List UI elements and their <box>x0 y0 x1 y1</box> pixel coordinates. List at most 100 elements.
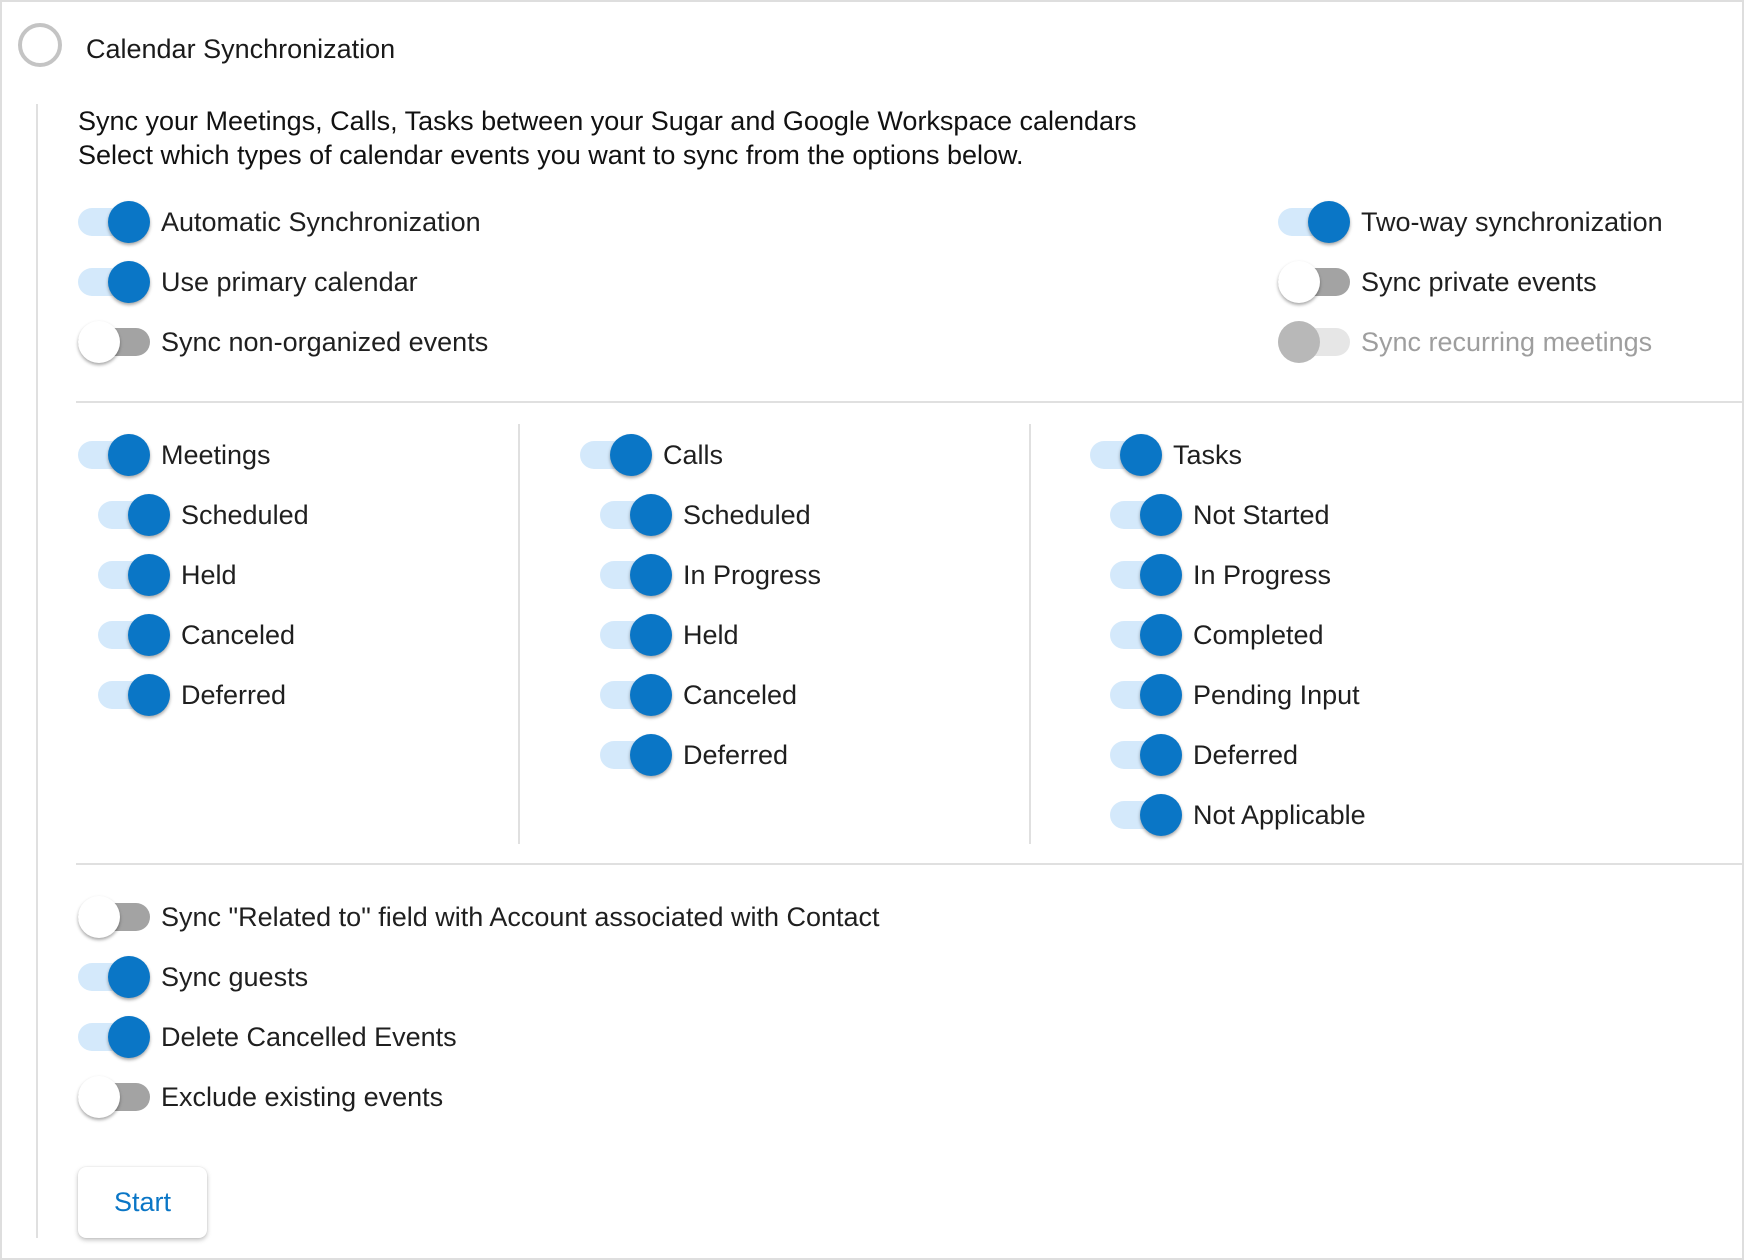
switch-knob[interactable] <box>1308 201 1350 243</box>
toggle-sync-non-organized-events[interactable]: Sync non-organized events <box>78 319 488 365</box>
toggle-switch[interactable] <box>78 894 152 940</box>
switch-knob[interactable] <box>1140 734 1182 776</box>
toggle-label: Not Started <box>1193 500 1330 530</box>
switch-knob[interactable] <box>108 956 150 998</box>
toggle-switch[interactable] <box>600 732 674 778</box>
toggle-switch[interactable] <box>580 432 654 478</box>
toggle-delete-cancelled-events[interactable]: Delete Cancelled Events <box>78 1014 457 1060</box>
toggle-switch[interactable] <box>600 492 674 538</box>
switch-knob[interactable] <box>630 614 672 656</box>
switch-knob[interactable] <box>1140 794 1182 836</box>
toggle-switch[interactable] <box>98 552 172 598</box>
switch-knob[interactable] <box>630 554 672 596</box>
toggle-tasks-not-applicable[interactable]: Not Applicable <box>1110 792 1366 838</box>
switch-knob[interactable] <box>78 896 120 938</box>
switch-knob[interactable] <box>128 614 170 656</box>
toggle-calls-canceled[interactable]: Canceled <box>600 672 797 718</box>
switch-knob[interactable] <box>630 674 672 716</box>
toggle-tasks-deferred[interactable]: Deferred <box>1110 732 1298 778</box>
toggle-label: Deferred <box>1193 740 1299 770</box>
toggle-switch[interactable] <box>78 954 152 1000</box>
toggle-tasks-completed[interactable]: Completed <box>1110 612 1324 658</box>
toggle-tasks-pending-input[interactable]: Pending Input <box>1110 672 1360 718</box>
start-button[interactable]: Start <box>78 1167 207 1238</box>
toggle-sync-private-events[interactable]: Sync private events <box>1278 259 1597 305</box>
toggle-switch[interactable] <box>1090 432 1164 478</box>
switch-knob[interactable] <box>78 1076 120 1118</box>
toggle-label: In Progress <box>1193 560 1332 590</box>
toggle-calls-scheduled[interactable]: Scheduled <box>600 492 811 538</box>
toggle-switch[interactable] <box>1110 612 1184 658</box>
switch-knob <box>1278 321 1320 363</box>
toggle-label: Sync guests <box>161 962 309 992</box>
description-line-1: Sync your Meetings, Calls, Tasks between… <box>78 106 1137 136</box>
switch-knob[interactable] <box>108 261 150 303</box>
description: Sync your Meetings, Calls, Tasks between… <box>78 104 1137 172</box>
toggle-switch[interactable] <box>1110 792 1184 838</box>
toggle-tasks[interactable]: Tasks <box>1090 432 1242 478</box>
toggle-switch[interactable] <box>98 672 172 718</box>
toggle-two-way-synchronization[interactable]: Two-way synchronization <box>1278 199 1663 245</box>
switch-knob[interactable] <box>630 734 672 776</box>
step-connector-line <box>36 104 38 1238</box>
toggle-switch[interactable] <box>1110 732 1184 778</box>
toggle-label: Pending Input <box>1193 680 1360 710</box>
toggle-switch[interactable] <box>1110 672 1184 718</box>
switch-knob[interactable] <box>128 674 170 716</box>
switch-knob[interactable] <box>610 434 652 476</box>
toggle-switch[interactable] <box>98 492 172 538</box>
toggle-label: Canceled <box>683 680 798 710</box>
toggle-calls-deferred[interactable]: Deferred <box>600 732 788 778</box>
toggle-calls-held[interactable]: Held <box>600 612 739 658</box>
toggle-automatic-synchronization[interactable]: Automatic Synchronization <box>78 199 481 245</box>
switch-knob[interactable] <box>1140 614 1182 656</box>
toggle-label: Delete Cancelled Events <box>161 1022 457 1052</box>
switch-knob[interactable] <box>128 494 170 536</box>
toggle-switch[interactable] <box>78 199 152 245</box>
toggle-use-primary-calendar[interactable]: Use primary calendar <box>78 259 418 305</box>
toggle-meetings-held[interactable]: Held <box>98 552 237 598</box>
toggle-switch[interactable] <box>78 1014 152 1060</box>
toggle-calls[interactable]: Calls <box>580 432 723 478</box>
toggle-sync-related-to[interactable]: Sync "Related to" field with Account ass… <box>78 894 880 940</box>
column-divider-1 <box>518 424 520 844</box>
toggle-exclude-existing-events[interactable]: Exclude existing events <box>78 1074 443 1120</box>
toggle-meetings-deferred[interactable]: Deferred <box>98 672 286 718</box>
toggle-switch[interactable] <box>1110 492 1184 538</box>
toggle-meetings-scheduled[interactable]: Scheduled <box>98 492 309 538</box>
switch-knob[interactable] <box>1140 494 1182 536</box>
toggle-tasks-not-started[interactable]: Not Started <box>1110 492 1330 538</box>
toggle-label: Scheduled <box>683 500 811 530</box>
switch-knob[interactable] <box>1140 674 1182 716</box>
toggle-calls-in-progress[interactable]: In Progress <box>600 552 821 598</box>
toggle-switch[interactable] <box>600 672 674 718</box>
toggle-label: Two-way synchronization <box>1361 207 1663 237</box>
toggle-switch[interactable] <box>78 432 152 478</box>
switch-knob[interactable] <box>108 1016 150 1058</box>
toggle-switch[interactable] <box>600 552 674 598</box>
toggle-switch[interactable] <box>1110 552 1184 598</box>
toggle-switch[interactable] <box>98 612 172 658</box>
toggle-label: Scheduled <box>181 500 309 530</box>
toggle-switch[interactable] <box>1278 259 1352 305</box>
toggle-label: Calls <box>663 440 724 470</box>
switch-knob[interactable] <box>1120 434 1162 476</box>
toggle-label: Meetings <box>161 440 271 470</box>
toggle-switch[interactable] <box>78 319 152 365</box>
toggle-switch[interactable] <box>78 1074 152 1120</box>
toggle-sync-guests[interactable]: Sync guests <box>78 954 308 1000</box>
toggle-meetings-canceled[interactable]: Canceled <box>98 612 295 658</box>
switch-knob[interactable] <box>108 434 150 476</box>
switch-knob[interactable] <box>78 321 120 363</box>
switch-knob[interactable] <box>108 201 150 243</box>
toggle-switch[interactable] <box>78 259 152 305</box>
toggle-tasks-in-progress[interactable]: In Progress <box>1110 552 1331 598</box>
toggle-switch[interactable] <box>600 612 674 658</box>
switch-knob[interactable] <box>630 494 672 536</box>
toggle-switch[interactable] <box>1278 199 1352 245</box>
switch-knob[interactable] <box>1278 261 1320 303</box>
switch-knob[interactable] <box>1140 554 1182 596</box>
switch-knob[interactable] <box>128 554 170 596</box>
toggle-meetings[interactable]: Meetings <box>78 432 271 478</box>
toggle-label: Sync "Related to" field with Account ass… <box>161 902 880 932</box>
